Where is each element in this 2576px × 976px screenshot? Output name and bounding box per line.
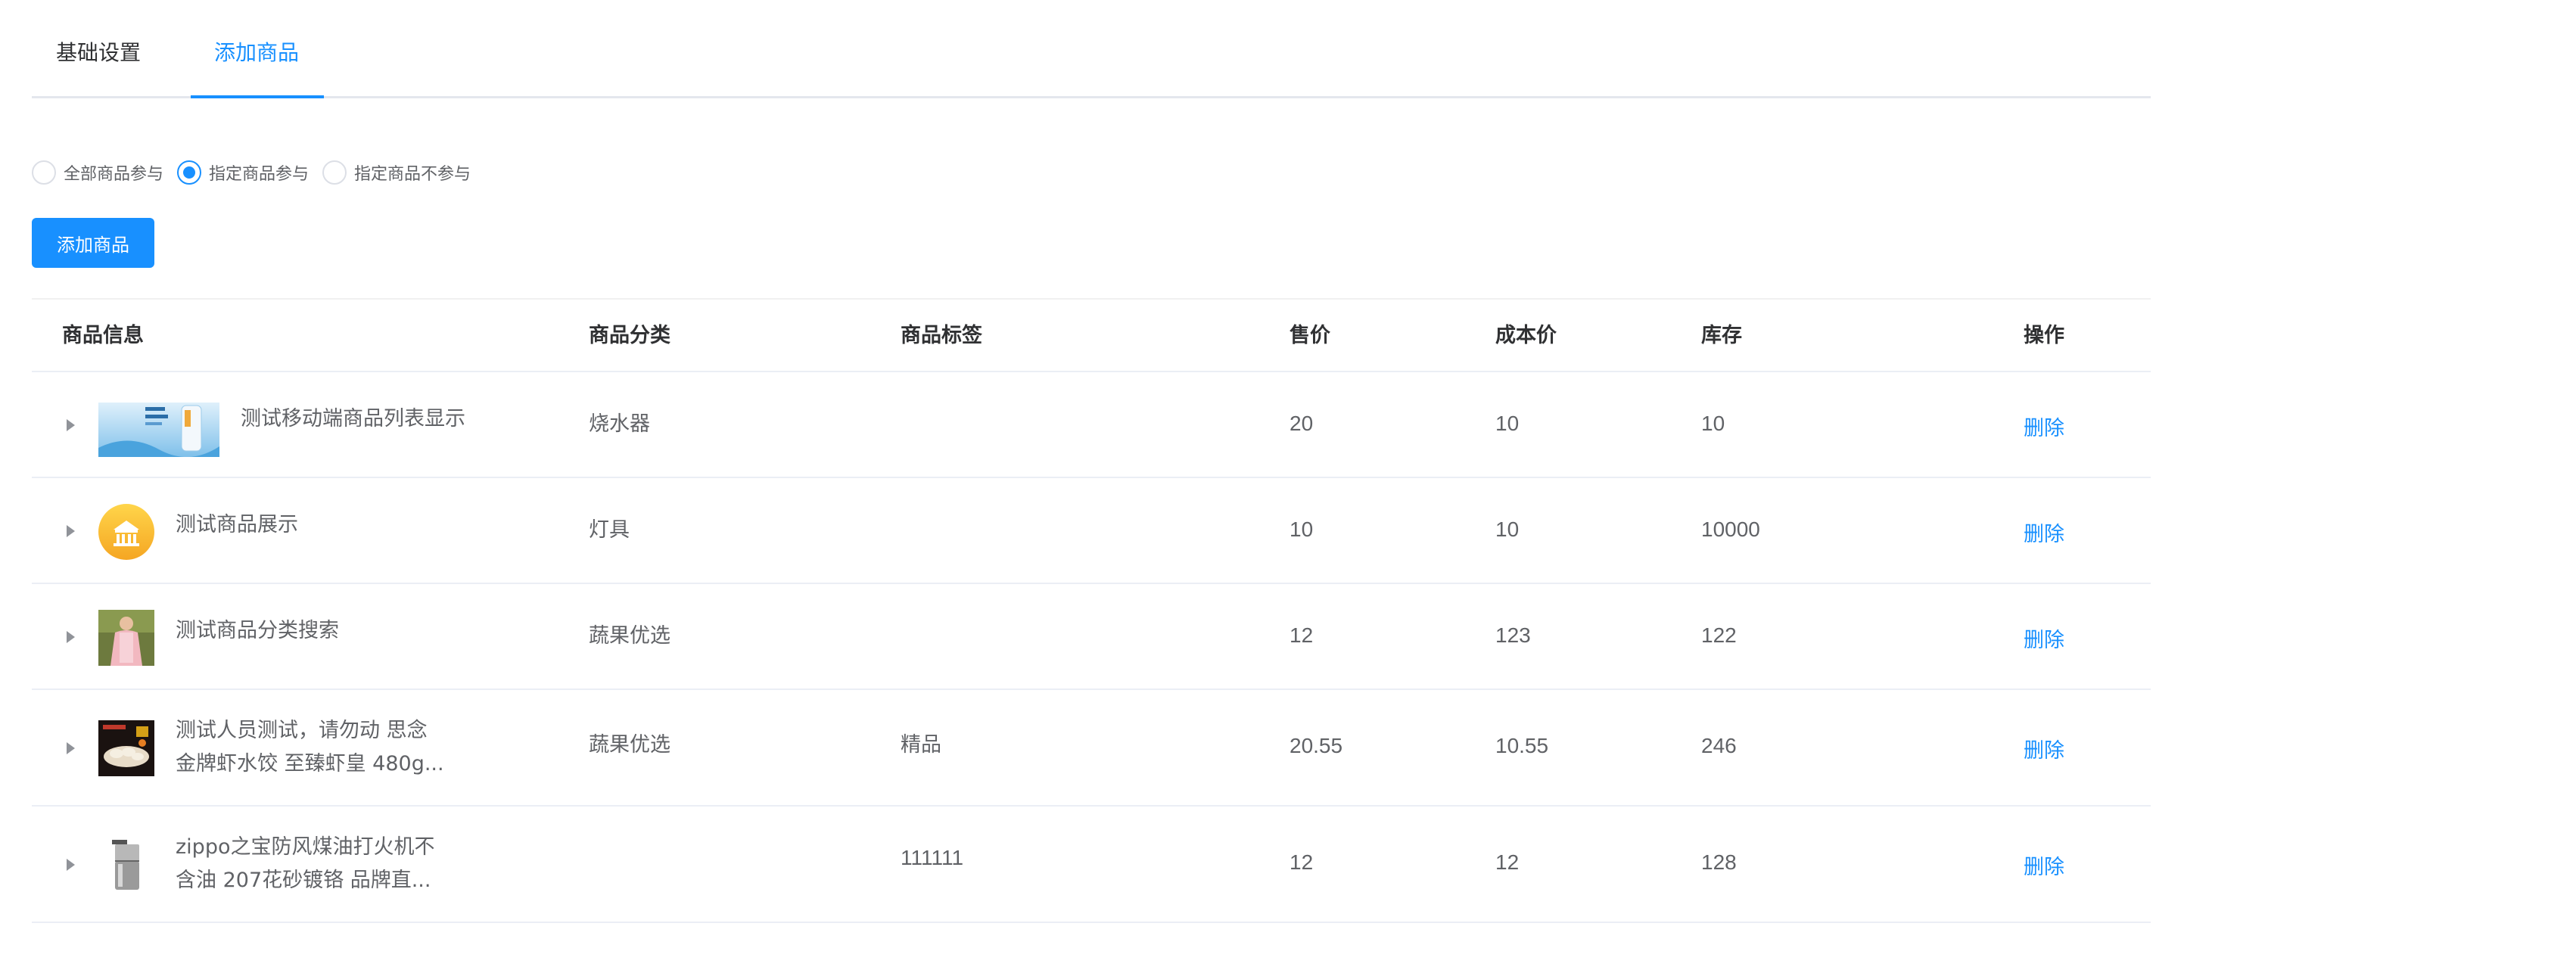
tab-basic-settings[interactable]: 基础设置 — [56, 38, 141, 98]
header-price: 售价 — [1290, 324, 1330, 347]
product-name-line-2: 含油 207花砂镀铬 品牌直... — [176, 869, 431, 892]
radio-all-products[interactable]: 全部商品参与 — [32, 160, 163, 185]
delete-link[interactable]: 删除 — [2024, 518, 2064, 547]
radio-label: 指定商品参与 — [209, 165, 310, 184]
product-price: 20.55 — [1290, 734, 1343, 757]
product-cost: 10 — [1495, 412, 1520, 435]
active-tab-indicator — [191, 95, 324, 98]
expand-caret-icon[interactable] — [67, 525, 75, 537]
radio-label: 全部商品参与 — [64, 165, 164, 184]
delete-link[interactable]: 删除 — [2024, 734, 2064, 763]
product-stock: 10000 — [1701, 518, 1760, 541]
product-category: 灯具 — [589, 518, 630, 542]
expand-caret-icon[interactable] — [67, 419, 75, 431]
product-price: 10 — [1290, 518, 1314, 541]
radio-circle-icon[interactable] — [32, 160, 56, 185]
header-stock: 库存 — [1701, 324, 1742, 347]
product-category: 蔬果优选 — [589, 733, 670, 757]
header-product-info: 商品信息 — [62, 324, 144, 347]
product-tag: 111111 — [901, 846, 964, 869]
header-tag: 商品标签 — [901, 324, 982, 347]
product-tag: 精品 — [901, 733, 941, 757]
product-table: 商品信息 商品分类 商品标签 售价 成本价 库存 操作 测试移动端商品列表显示 … — [32, 298, 2151, 923]
delete-link[interactable]: 删除 — [2024, 412, 2064, 441]
header-category: 商品分类 — [589, 324, 670, 347]
radio-specified-products[interactable]: 指定商品参与 — [177, 160, 309, 185]
product-cost: 123 — [1495, 623, 1531, 647]
tab-add-products[interactable]: 添加商品 — [214, 38, 299, 98]
lighter-photo-thumbnail — [98, 837, 154, 893]
header-cost: 成本价 — [1495, 324, 1557, 347]
header-action: 操作 — [2024, 324, 2064, 347]
expand-caret-icon[interactable] — [67, 859, 75, 871]
product-stock: 10 — [1701, 412, 1725, 435]
product-price: 12 — [1290, 623, 1314, 647]
radio-circle-icon[interactable] — [322, 160, 347, 185]
product-name: 测试商品展示 — [176, 513, 298, 536]
add-product-button[interactable]: 添加商品 — [32, 218, 154, 268]
radio-label: 指定商品不参与 — [354, 165, 471, 184]
product-cost: 10.55 — [1495, 734, 1549, 757]
radio-circle-checked-icon[interactable] — [177, 160, 202, 185]
product-name: 测试商品分类搜索 — [176, 619, 339, 642]
table-row: 测试移动端商品列表显示 烧水器 20 10 10 删除 — [32, 372, 2151, 478]
participation-radio-group: 全部商品参与 指定商品参与 指定商品不参与 — [32, 159, 484, 186]
product-category: 烧水器 — [589, 412, 650, 436]
product-name-line-2: 金牌虾水饺 至臻虾皇 480g... — [176, 752, 444, 776]
product-name-line-1: zippo之宝防风煤油打火机不 — [176, 835, 435, 859]
product-stock: 122 — [1701, 623, 1737, 647]
person-photo-thumbnail — [98, 610, 154, 666]
table-row: zippo之宝防风煤油打火机不 含油 207花砂镀铬 品牌直... 111111… — [32, 807, 2151, 923]
delete-link[interactable]: 删除 — [2024, 850, 2064, 880]
tab-bar: 基础设置 添加商品 — [32, 0, 2151, 98]
product-cost: 10 — [1495, 518, 1520, 541]
product-name: 测试移动端商品列表显示 — [241, 407, 465, 430]
product-price: 12 — [1290, 850, 1314, 874]
product-name-line-1: 测试人员测试，请勿动 思念 — [176, 719, 428, 742]
product-price: 20 — [1290, 412, 1314, 435]
product-cost: 12 — [1495, 850, 1520, 874]
product-category: 蔬果优选 — [589, 624, 670, 648]
expand-caret-icon[interactable] — [67, 742, 75, 754]
water-bottle-banner-thumbnail — [98, 403, 219, 457]
delete-link[interactable]: 删除 — [2024, 623, 2064, 653]
product-stock: 246 — [1701, 734, 1737, 757]
table-header: 商品信息 商品分类 商品标签 售价 成本价 库存 操作 — [32, 298, 2151, 372]
table-row: 测试人员测试，请勿动 思念 金牌虾水饺 至臻虾皇 480g... 蔬果优选 精品… — [32, 690, 2151, 807]
yellow-circle-building-logo-thumbnail — [98, 504, 154, 560]
table-row: 测试商品展示 灯具 10 10 10000 删除 — [32, 478, 2151, 584]
table-row: 测试商品分类搜索 蔬果优选 12 123 122 删除 — [32, 584, 2151, 690]
dumplings-photo-thumbnail — [98, 720, 154, 776]
expand-caret-icon[interactable] — [67, 631, 75, 643]
product-stock: 128 — [1701, 850, 1737, 874]
radio-specified-excluded[interactable]: 指定商品不参与 — [322, 160, 471, 185]
